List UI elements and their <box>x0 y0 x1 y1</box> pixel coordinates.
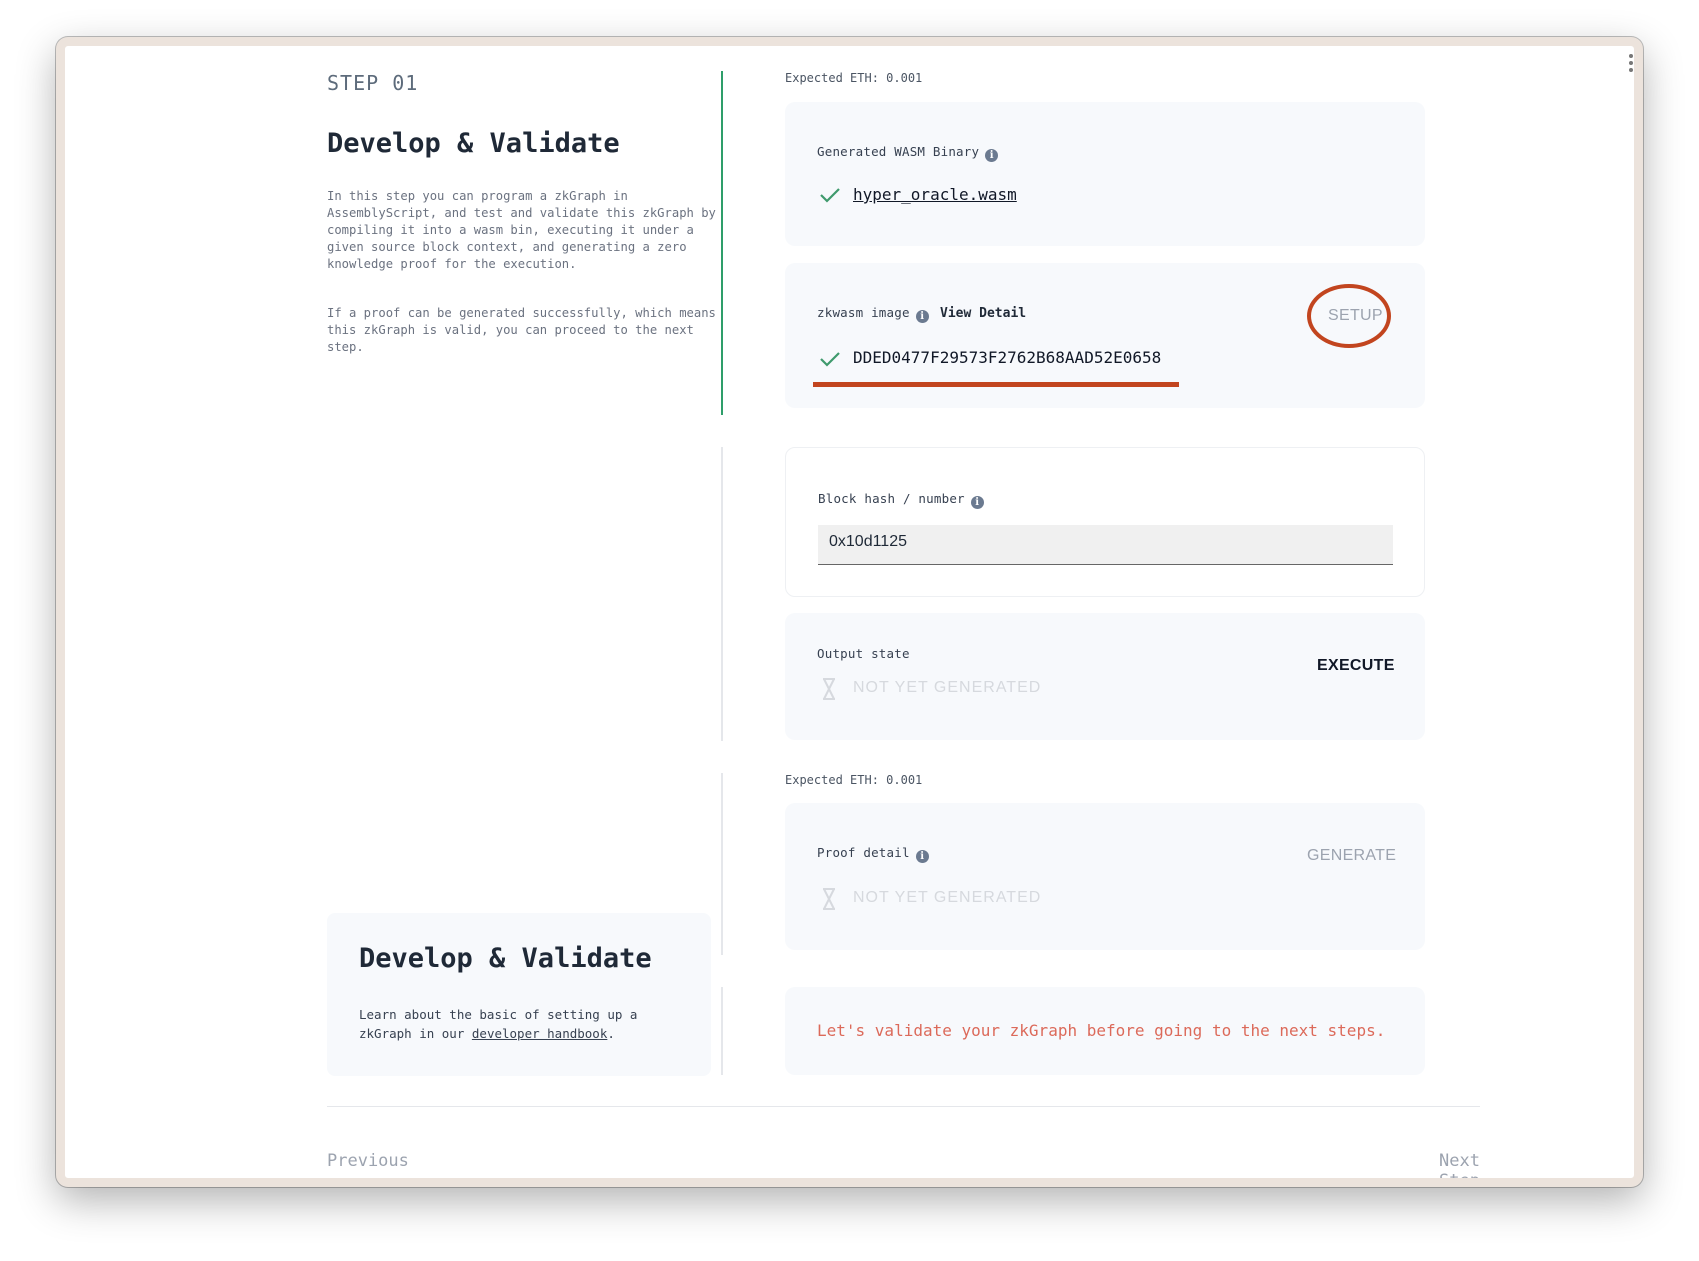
proof-detail-card: Proof detail i NOT YET GENERATED GENERATE <box>785 803 1425 950</box>
timeline-line-prove <box>721 773 723 955</box>
info-icon[interactable]: i <box>915 310 929 323</box>
promo-card: Develop & Validate Learn about the basic… <box>327 913 711 1076</box>
block-hash-input[interactable]: 0x10d1125 <box>818 525 1393 565</box>
annotation-underline <box>813 382 1179 387</box>
previous-button[interactable]: Previous <box>327 1151 409 1171</box>
info-icon[interactable]: i <box>915 850 929 863</box>
execute-button[interactable]: EXECUTE <box>1317 657 1395 675</box>
annotation-circle <box>1307 284 1391 348</box>
hourglass-icon <box>822 678 836 704</box>
proof-detail-value: NOT YET GENERATED <box>853 889 1042 906</box>
developer-handbook-link[interactable]: developer handbook <box>472 1026 607 1041</box>
step-note: If a proof can be generated successfully… <box>327 306 716 354</box>
app-window: STEP 01 Develop & Validate In this step … <box>56 37 1643 1187</box>
check-icon <box>819 350 841 368</box>
hourglass-icon <box>822 888 836 914</box>
next-step-button[interactable]: Next Step <box>1390 1151 1480 1178</box>
block-hash-label: Block hash / number i <box>818 491 984 509</box>
generate-button[interactable]: GENERATE <box>1307 847 1396 865</box>
zkwasm-image-card: zkwasm image i View Detail DDED0477F29573… <box>785 263 1425 408</box>
step-description: In this step you can program a zkGraph i… <box>327 189 716 271</box>
zkwasm-image-label: zkwasm image i <box>817 305 929 323</box>
proof-detail-label: Proof detail i <box>817 845 929 863</box>
output-state-value: NOT YET GENERATED <box>853 679 1042 696</box>
step-title: Develop & Validate <box>327 128 620 159</box>
info-icon[interactable]: i <box>985 149 999 162</box>
zkwasm-image-hash: DDED0477F29573F2762B68AAD52E0658 <box>853 348 1162 367</box>
promo-text-after: . <box>607 1026 615 1041</box>
expected-eth-prove: Expected ETH: 0.001 <box>785 773 923 787</box>
info-icon[interactable]: i <box>970 496 984 509</box>
output-state-label: Output state <box>817 646 910 661</box>
wasm-binary-label: Generated WASM Binary i <box>817 144 999 162</box>
timeline-line-compile <box>721 71 723 415</box>
validation-message-card: Let's validate your zkGraph before going… <box>785 987 1425 1075</box>
timeline-line-status <box>721 987 723 1075</box>
promo-text: Learn about the basic of setting up a zk… <box>359 1005 679 1043</box>
promo-title: Develop & Validate <box>359 943 652 974</box>
window-menu-icon[interactable] <box>1628 54 1634 75</box>
step-label: STEP 01 <box>327 71 419 95</box>
footer-divider <box>327 1106 1480 1107</box>
timeline-line-execute <box>721 447 723 741</box>
block-input-card: Block hash / number i 0x10d1125 <box>785 447 1425 597</box>
validation-message: Let's validate your zkGraph before going… <box>817 1021 1386 1040</box>
wasm-file-link[interactable]: hyper_oracle.wasm <box>853 185 1017 204</box>
output-state-card: Output state NOT YET GENERATED EXECUTE <box>785 613 1425 740</box>
expected-eth-compile: Expected ETH: 0.001 <box>785 71 923 85</box>
view-detail-link[interactable]: View Detail <box>940 306 1026 321</box>
check-icon <box>819 186 841 204</box>
wasm-binary-card: Generated WASM Binary i hyper_oracle.wasm <box>785 102 1425 246</box>
